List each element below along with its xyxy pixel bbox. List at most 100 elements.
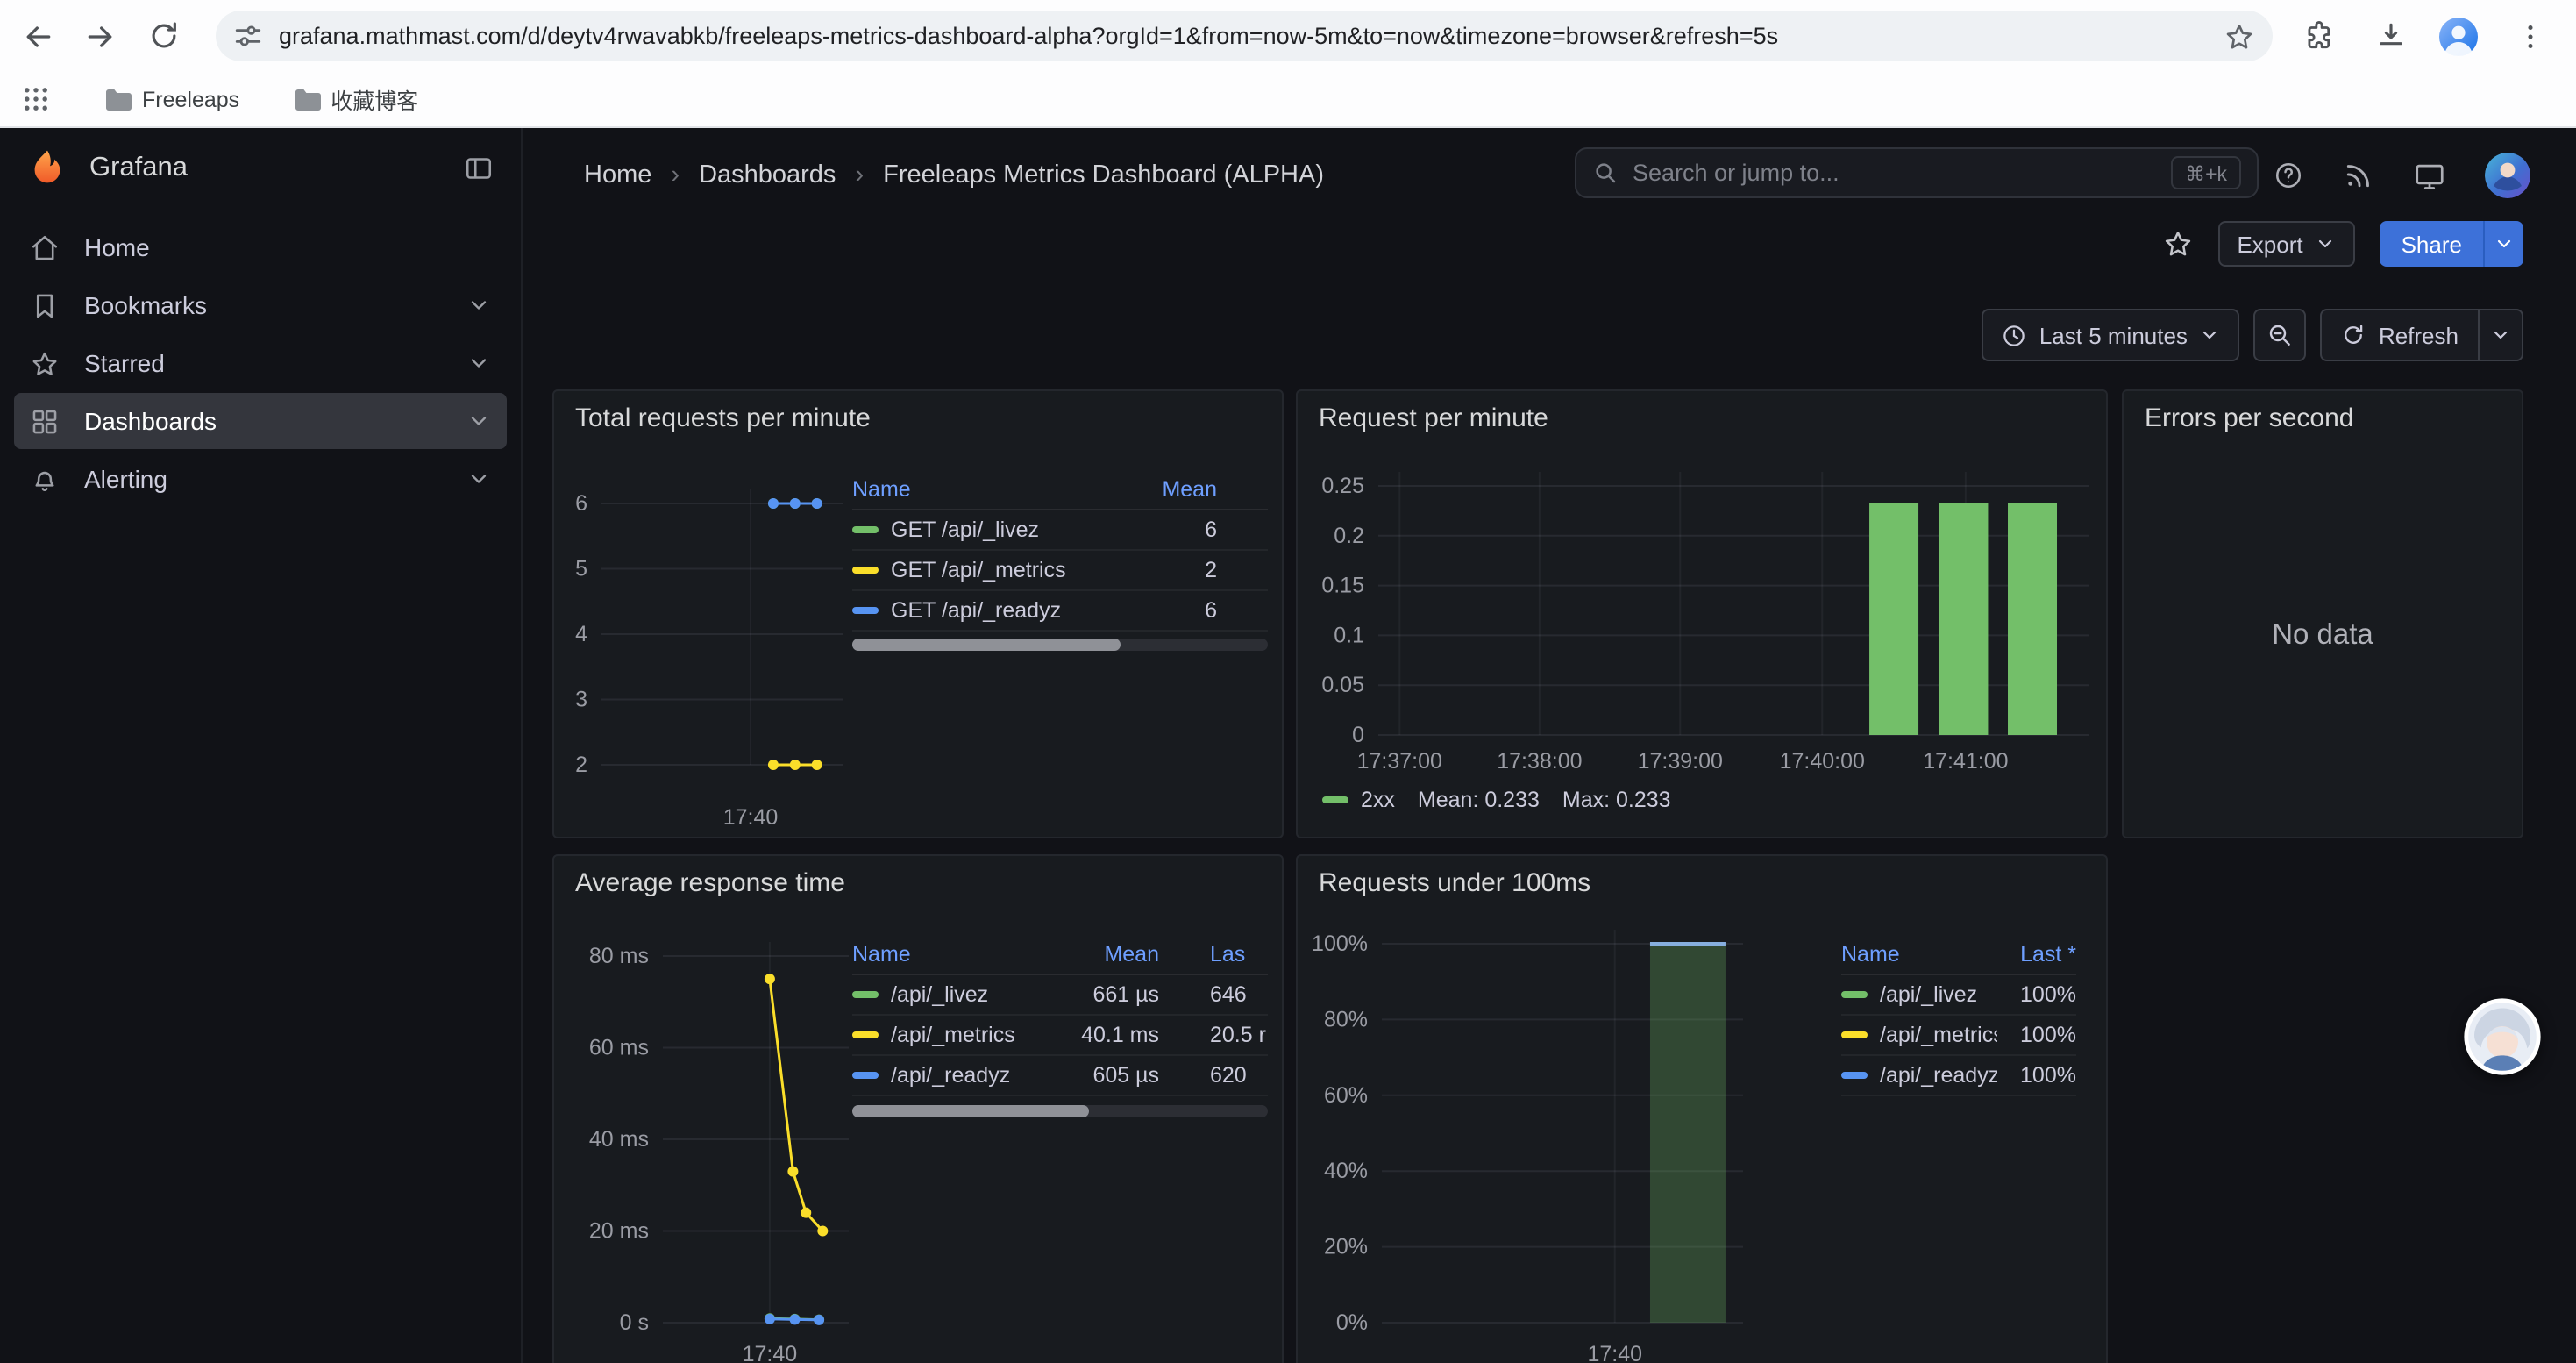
omnibox[interactable]: grafana.mathmast.com/d/deytv4rwavabkb/fr… — [216, 11, 2273, 61]
scrollbar-thumb[interactable] — [852, 1105, 1089, 1117]
column-header-mean[interactable]: Mean — [1059, 941, 1159, 966]
dashboard-main: Home › Dashboards › Freeleaps Metrics Da… — [523, 128, 2576, 1363]
horizontal-scrollbar[interactable] — [852, 639, 1268, 651]
svg-text:0.1: 0.1 — [1334, 623, 1364, 647]
sidebar-item-home[interactable]: Home — [14, 219, 507, 275]
bookmark-folder-blog[interactable]: 收藏博客 — [292, 82, 418, 116]
series-name: /api/_livez — [1880, 982, 1977, 1007]
svg-text:20 ms: 20 ms — [589, 1219, 649, 1244]
refresh-main[interactable]: Refresh — [2323, 310, 2478, 360]
panel-title[interactable]: Requests under 100ms — [1319, 868, 1590, 898]
chart-legend: 2xx Mean: 0.233 Max: 0.233 — [1322, 788, 1671, 812]
column-header-last[interactable]: Las — [1159, 941, 1268, 966]
column-header-last[interactable]: Last * — [1997, 941, 2076, 966]
table-row[interactable]: /api/_readyz 100% — [1841, 1056, 2076, 1096]
apps-grid-icon[interactable] — [21, 84, 51, 114]
sidebar-nav: Home Bookmarks Starred Dashboards — [0, 219, 521, 507]
table-row[interactable]: /api/_livez 100% — [1841, 975, 2076, 1016]
series-mean: 605 µs — [1059, 1063, 1159, 1088]
table-row[interactable]: /api/_metrics 100% — [1841, 1016, 2076, 1056]
panel-title[interactable]: Errors per second — [2145, 403, 2353, 433]
news-rss-icon[interactable] — [2343, 160, 2374, 191]
sidebar-item-alerting[interactable]: Alerting — [14, 451, 507, 507]
chevron-down-icon[interactable] — [466, 351, 491, 375]
browser-menu-icon[interactable] — [2504, 11, 2555, 61]
table-row[interactable]: /api/_readyz 605 µs 620 — [852, 1056, 1268, 1096]
favorite-star-icon[interactable] — [2161, 228, 2193, 260]
series-mean: 6 — [1150, 517, 1217, 542]
browser-chrome: grafana.mathmast.com/d/deytv4rwavabkb/fr… — [0, 0, 2576, 128]
site-settings-icon[interactable] — [233, 21, 263, 51]
column-header-name[interactable]: Name — [852, 941, 1059, 966]
user-avatar[interactable] — [2485, 153, 2530, 198]
forward-icon[interactable] — [74, 11, 125, 61]
dock-menu-icon[interactable] — [463, 153, 495, 184]
extensions-icon[interactable] — [2294, 11, 2345, 61]
svg-text:0.25: 0.25 — [1321, 474, 1364, 498]
breadcrumb-dashboards[interactable]: Dashboards — [699, 161, 836, 189]
home-icon — [30, 232, 60, 262]
kiosk-monitor-icon[interactable] — [2413, 159, 2446, 192]
series-color-dash — [852, 1072, 879, 1079]
sidebar-item-starred[interactable]: Starred — [14, 335, 507, 391]
chevron-down-icon[interactable] — [466, 409, 491, 433]
panel-requests-under-100ms: Requests under 100ms 100%80%60%40%20%0%1… — [1296, 854, 2108, 1363]
horizontal-scrollbar[interactable] — [852, 1105, 1268, 1117]
sidebar: Grafana Home Bookmarks Starred — [0, 128, 523, 1363]
sidebar-item-label: Alerting — [84, 465, 466, 493]
time-range-picker[interactable]: Last 5 minutes — [1982, 309, 2240, 361]
table-row[interactable]: GET /api/_readyz 6 — [852, 591, 1268, 632]
folder-icon — [103, 87, 132, 111]
refresh-button[interactable]: Refresh — [2321, 309, 2523, 361]
search-input[interactable] — [1633, 160, 2171, 186]
share-button[interactable]: Share — [2380, 221, 2523, 267]
panel-title[interactable]: Request per minute — [1319, 403, 1548, 433]
no-data-message: No data — [2124, 391, 2522, 837]
time-range-label: Last 5 minutes — [2039, 322, 2188, 348]
svg-text:17:38:00: 17:38:00 — [1497, 749, 1582, 774]
share-label[interactable]: Share — [2380, 221, 2483, 267]
bar-chart[interactable]: 0.250.20.150.10.05017:37:0017:38:0017:39… — [1298, 391, 2108, 838]
share-dropdown[interactable] — [2483, 221, 2523, 267]
reload-icon[interactable] — [139, 11, 189, 61]
url-text[interactable]: grafana.mathmast.com/d/deytv4rwavabkb/fr… — [279, 23, 2210, 49]
profile-avatar[interactable] — [2432, 11, 2483, 61]
table-row[interactable]: /api/_metrics 40.1 ms 20.5 r — [852, 1016, 1268, 1056]
svg-text:100%: 100% — [1312, 931, 1368, 956]
search-shortcut-badge: ⌘+k — [2171, 156, 2241, 189]
breadcrumb-home[interactable]: Home — [584, 161, 651, 189]
column-header-name[interactable]: Name — [1841, 941, 1997, 966]
scrollbar-thumb[interactable] — [852, 639, 1121, 651]
floating-assistant-avatar[interactable] — [2464, 998, 2541, 1075]
panel-errors-per-second: Errors per second No data — [2122, 389, 2523, 838]
svg-text:20%: 20% — [1324, 1235, 1368, 1260]
table-row[interactable]: GET /api/_metrics 2 — [852, 551, 1268, 591]
help-icon[interactable] — [2273, 160, 2304, 191]
bookmark-star-icon[interactable] — [2224, 20, 2255, 52]
back-icon[interactable] — [12, 11, 63, 61]
export-button[interactable]: Export — [2217, 221, 2355, 267]
table-row[interactable]: GET /api/_livez 6 — [852, 510, 1268, 551]
column-header-mean[interactable]: Mean — [1150, 476, 1217, 501]
chevron-down-icon[interactable] — [466, 467, 491, 491]
series-mean: 6 — [1150, 598, 1217, 623]
bookmark-folder-freeleaps[interactable]: Freeleaps — [103, 87, 239, 111]
breadcrumb-separator: › — [671, 161, 680, 189]
export-label: Export — [2237, 231, 2302, 257]
panel-title[interactable]: Average response time — [575, 868, 845, 898]
bar-chart[interactable]: 100%80%60%40%20%0%17:40 — [1298, 856, 2108, 1363]
search-bar[interactable]: ⌘+k — [1575, 147, 2259, 198]
panel-title[interactable]: Total requests per minute — [575, 403, 871, 433]
series-last: 20.5 r — [1159, 1023, 1268, 1047]
refresh-interval-dropdown[interactable] — [2478, 310, 2522, 360]
download-icon[interactable] — [2366, 11, 2416, 61]
sidebar-item-bookmarks[interactable]: Bookmarks — [14, 277, 507, 333]
legend-item-2xx[interactable]: 2xx — [1322, 788, 1395, 812]
table-row[interactable]: /api/_livez 661 µs 646 — [852, 975, 1268, 1016]
chevron-down-icon[interactable] — [466, 293, 491, 318]
series-mean: 40.1 ms — [1059, 1023, 1159, 1047]
zoom-out-button[interactable] — [2254, 309, 2307, 361]
sidebar-item-dashboards[interactable]: Dashboards — [14, 393, 507, 449]
column-header-name[interactable]: Name — [852, 476, 1150, 501]
panel-request-per-minute: Request per minute 0.250.20.150.10.05017… — [1296, 389, 2108, 838]
